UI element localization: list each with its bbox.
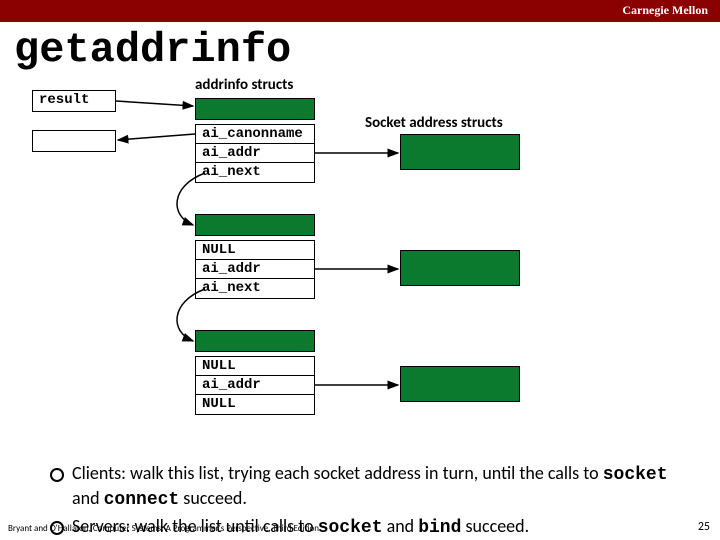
- header-bar: Carnegie Mellon: [0, 0, 720, 22]
- b1-code-socket: socket: [603, 465, 668, 485]
- addrinfo-node-1-top: [195, 98, 315, 120]
- sockaddr-3: [400, 366, 520, 402]
- page-number: 25: [698, 520, 710, 534]
- bullet-clients: Clients: walk this list, trying each soc…: [50, 462, 690, 511]
- n3-null1: NULL: [196, 357, 314, 376]
- socket-addr-structs-label: Socket address structs: [365, 114, 503, 132]
- b1-post: succeed.: [179, 487, 247, 509]
- result-box: result: [32, 90, 116, 112]
- diagram-canvas: result addrinfo structs Socket address s…: [0, 76, 720, 456]
- b2-code-bind: bind: [418, 518, 461, 538]
- b1-mid: and: [72, 487, 104, 509]
- n3-addr: ai_addr: [196, 376, 314, 395]
- aux-box: [32, 130, 116, 152]
- n2-next: ai_next: [196, 279, 314, 298]
- sockaddr-2: [400, 250, 520, 286]
- b2-post: succeed.: [461, 515, 529, 537]
- org-label: Carnegie Mellon: [622, 3, 708, 18]
- footer-citation: Bryant and O'Hallaron, Computer Systems:…: [8, 523, 319, 534]
- n1-canonname: ai_canonname: [196, 125, 314, 144]
- addrinfo-structs-label: addrinfo structs: [195, 76, 293, 94]
- n2-null: NULL: [196, 241, 314, 260]
- n3-null2: NULL: [196, 395, 314, 414]
- result-label: result: [39, 92, 89, 108]
- sockaddr-1: [400, 134, 520, 170]
- page-title: getaddrinfo: [14, 26, 720, 74]
- b1-code-connect: connect: [104, 490, 180, 510]
- n1-next: ai_next: [196, 163, 314, 182]
- n2-addr: ai_addr: [196, 260, 314, 279]
- n1-addr: ai_addr: [196, 144, 314, 163]
- b1-pre: Clients: walk this list, trying each soc…: [72, 462, 603, 484]
- addrinfo-node-2: NULL ai_addr ai_next: [195, 240, 315, 299]
- addrinfo-node-2-top: [195, 214, 315, 236]
- addrinfo-node-3: NULL ai_addr NULL: [195, 356, 315, 415]
- b2-code-socket: socket: [318, 518, 383, 538]
- addrinfo-node-1: ai_canonname ai_addr ai_next: [195, 124, 315, 183]
- b2-mid: and: [383, 515, 419, 537]
- addrinfo-node-3-top: [195, 330, 315, 352]
